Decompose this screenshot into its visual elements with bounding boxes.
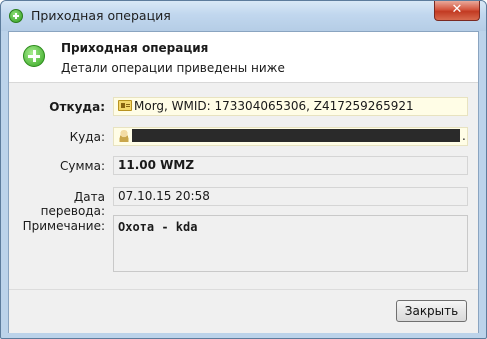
amount-label: Сумма: bbox=[60, 159, 105, 173]
id-card-icon bbox=[118, 100, 132, 111]
date-field[interactable]: 07.10.15 20:58 bbox=[113, 187, 468, 206]
add-circle-icon bbox=[23, 45, 45, 67]
close-button[interactable]: Закрыть bbox=[396, 300, 467, 322]
to-field[interactable]: . bbox=[113, 127, 468, 146]
dialog-window: Приходная операция ✕ Приходная операция … bbox=[0, 0, 487, 339]
window-title: Приходная операция bbox=[31, 8, 171, 23]
from-label: Откуда: bbox=[49, 100, 105, 114]
note-label: Примечание: bbox=[22, 219, 105, 233]
note-field[interactable]: Охота - kda bbox=[113, 215, 468, 272]
header-title: Приходная операция bbox=[61, 41, 209, 55]
from-field[interactable]: Morg, WMID: 173304065306, Z417259265921 bbox=[113, 97, 468, 116]
to-trailing: . bbox=[462, 129, 466, 143]
window-close-button[interactable]: ✕ bbox=[434, 1, 480, 21]
date-label: Дата перевода: bbox=[40, 190, 105, 218]
header-subtitle: Детали операции приведены ниже bbox=[61, 61, 285, 75]
dialog-body: Приходная операция Детали операции приве… bbox=[8, 31, 479, 333]
to-label: Куда: bbox=[69, 130, 105, 144]
redacted-value bbox=[132, 129, 460, 142]
amount-field[interactable]: 11.00 WMZ bbox=[113, 156, 468, 175]
user-icon bbox=[118, 129, 130, 142]
dialog-header: Приходная операция Детали операции приве… bbox=[9, 32, 478, 83]
add-circle-icon bbox=[9, 9, 23, 23]
from-value: Morg, WMID: 173304065306, Z417259265921 bbox=[134, 99, 414, 113]
dialog-footer: Закрыть bbox=[9, 289, 478, 333]
title-bar[interactable]: Приходная операция ✕ bbox=[1, 1, 486, 31]
